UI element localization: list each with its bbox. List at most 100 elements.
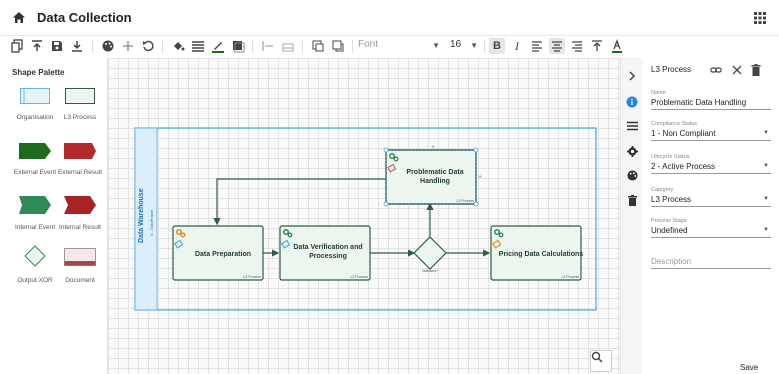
download-icon[interactable]	[69, 38, 85, 54]
bring-front-icon[interactable]	[310, 38, 326, 54]
caret-down-icon: ▼	[763, 163, 769, 169]
toolbar-divider	[92, 40, 93, 53]
field-label: Name	[651, 90, 666, 96]
app-header: Data Collection	[0, 0, 779, 36]
l3-process-shape	[65, 88, 95, 104]
edge-handling-to-preparation[interactable]	[213, 178, 386, 226]
field-value: L3 Process	[651, 195, 692, 204]
canvas-search-button[interactable]	[590, 350, 612, 372]
caret-down-icon: ▼	[763, 227, 769, 233]
vertical-align-top-icon[interactable]	[589, 38, 605, 54]
palette-item-label: L3 Process	[63, 114, 97, 121]
search-icon	[591, 351, 603, 363]
page-title: Data Collection	[37, 10, 132, 25]
node-pricing-data-calculations[interactable]: Pricing Data Calculations L3 Process	[490, 225, 584, 281]
node-data-verification[interactable]: Data Verification and Processing L3 Proc…	[279, 225, 371, 281]
trash-icon[interactable]	[751, 63, 763, 76]
copy-icon[interactable]	[9, 38, 25, 54]
gateway-validated[interactable]: Validated?	[413, 236, 447, 273]
swimlane-sublabel: Х - DataFrame	[149, 209, 154, 236]
chevron-right-icon[interactable]	[624, 68, 640, 84]
external-event-shape	[19, 143, 51, 159]
fill-color-icon[interactable]	[170, 38, 186, 54]
undo-icon[interactable]	[140, 38, 156, 54]
shadow-icon[interactable]	[230, 38, 246, 54]
process-stage-select[interactable]: Process Stage Undefined ▼	[651, 218, 771, 238]
info-icon[interactable]	[624, 94, 640, 110]
line-style-icon[interactable]	[190, 38, 206, 54]
node-tag: L3 Process	[350, 275, 368, 279]
palette-item-output-xor[interactable]: Output XOR	[10, 245, 60, 284]
connect-plus-icon[interactable]: +	[478, 174, 482, 181]
palette-item-organisation[interactable]: Organisation	[10, 88, 60, 121]
palette-item-external-result[interactable]: External Result	[55, 143, 105, 176]
organisation-shape	[20, 88, 50, 104]
node-label-line1: Data Verification and	[293, 244, 362, 251]
font-family-select[interactable]: Font ▼	[358, 39, 442, 54]
caret-down-icon: ▼	[763, 130, 769, 136]
align-bottom-edge-icon[interactable]	[280, 38, 296, 54]
category-select[interactable]: Category L3 Process ▼	[651, 187, 771, 207]
document-shape	[64, 248, 96, 266]
node-label-line2: Processing	[309, 253, 347, 260]
field-value: 1 - Non Compliant	[651, 129, 716, 138]
line-color-icon[interactable]	[210, 38, 226, 54]
node-tag: L3 Process	[561, 275, 579, 279]
compliance-status-select[interactable]: Compliance Status 1 - Non Compliant ▼	[651, 121, 771, 141]
palette-item-document[interactable]: Document	[55, 248, 105, 284]
node-label: Pricing Data Calculations	[499, 251, 584, 258]
italic-icon[interactable]: I	[509, 38, 525, 54]
field-value: Undefined	[651, 226, 688, 235]
add-icon[interactable]	[120, 38, 136, 54]
internal-result-shape	[64, 196, 96, 214]
text-color-icon[interactable]	[609, 38, 625, 54]
node-problematic-data-handling[interactable]: Problematic Data Handling L3 Process + +	[383, 144, 482, 207]
lifecycle-status-select[interactable]: Lifecycle Status 2 - Active Process ▼	[651, 154, 771, 174]
properties-rail	[620, 58, 642, 374]
palette-item-label: Internal Result	[59, 224, 101, 231]
link-icon[interactable]	[710, 63, 722, 75]
description-placeholder: Description	[651, 257, 692, 266]
palette-icon[interactable]	[624, 167, 640, 183]
align-center-icon[interactable]	[549, 38, 565, 54]
align-left-icon[interactable]	[529, 38, 545, 54]
name-field[interactable]: Name Problematic Data Handling	[651, 90, 771, 110]
delete-icon[interactable]	[624, 192, 640, 208]
diagram-canvas[interactable]: Data Warehouse Х - DataFrame Data Prepar…	[108, 58, 620, 374]
palette-item-label: Internal Event	[14, 224, 56, 231]
list-icon[interactable]	[624, 118, 640, 134]
settings-gear-icon[interactable]	[624, 143, 640, 159]
palette-item-label: Organisation	[16, 114, 54, 121]
align-right-icon[interactable]	[569, 38, 585, 54]
apps-grid-icon[interactable]	[753, 11, 767, 25]
caret-down-icon: ▼	[432, 41, 440, 50]
output-xor-shape	[24, 245, 46, 267]
close-icon[interactable]	[731, 63, 743, 75]
palette-item-external-event[interactable]: External Event	[10, 143, 60, 176]
palette-item-internal-result[interactable]: Internal Result	[55, 196, 105, 231]
toolbar: Font ▼ 16 ▼ B I	[0, 36, 630, 58]
field-label: Process Stage	[651, 218, 687, 224]
node-data-preparation[interactable]: Data Preparation L3 Process	[172, 225, 264, 281]
save-button[interactable]: Save	[740, 363, 758, 372]
font-size-select[interactable]: 16 ▼	[450, 39, 480, 54]
bold-icon[interactable]: B	[489, 38, 505, 54]
send-back-icon[interactable]	[330, 38, 346, 54]
swimlane-container[interactable]	[134, 127, 597, 311]
palette-icon[interactable]	[100, 38, 116, 54]
palette-item-label: External Result	[57, 169, 103, 176]
home-icon[interactable]	[11, 10, 27, 26]
node-label-line2: Handling	[420, 178, 450, 185]
toolbar-divider	[252, 40, 253, 53]
field-value: Problematic Data Handling	[651, 98, 747, 107]
description-field[interactable]: Description	[651, 257, 771, 269]
palette-item-internal-event[interactable]: Internal Event	[10, 196, 60, 231]
upload-icon[interactable]	[29, 38, 45, 54]
field-value: 2 - Active Process	[651, 162, 716, 171]
palette-item-l3-process[interactable]: L3 Process	[55, 88, 105, 121]
connect-plus-icon[interactable]: +	[431, 144, 435, 151]
save-icon[interactable]	[49, 38, 65, 54]
align-left-edge-icon[interactable]	[260, 38, 276, 54]
node-label: Data Preparation	[195, 251, 251, 258]
palette-item-label: Document	[65, 277, 95, 284]
